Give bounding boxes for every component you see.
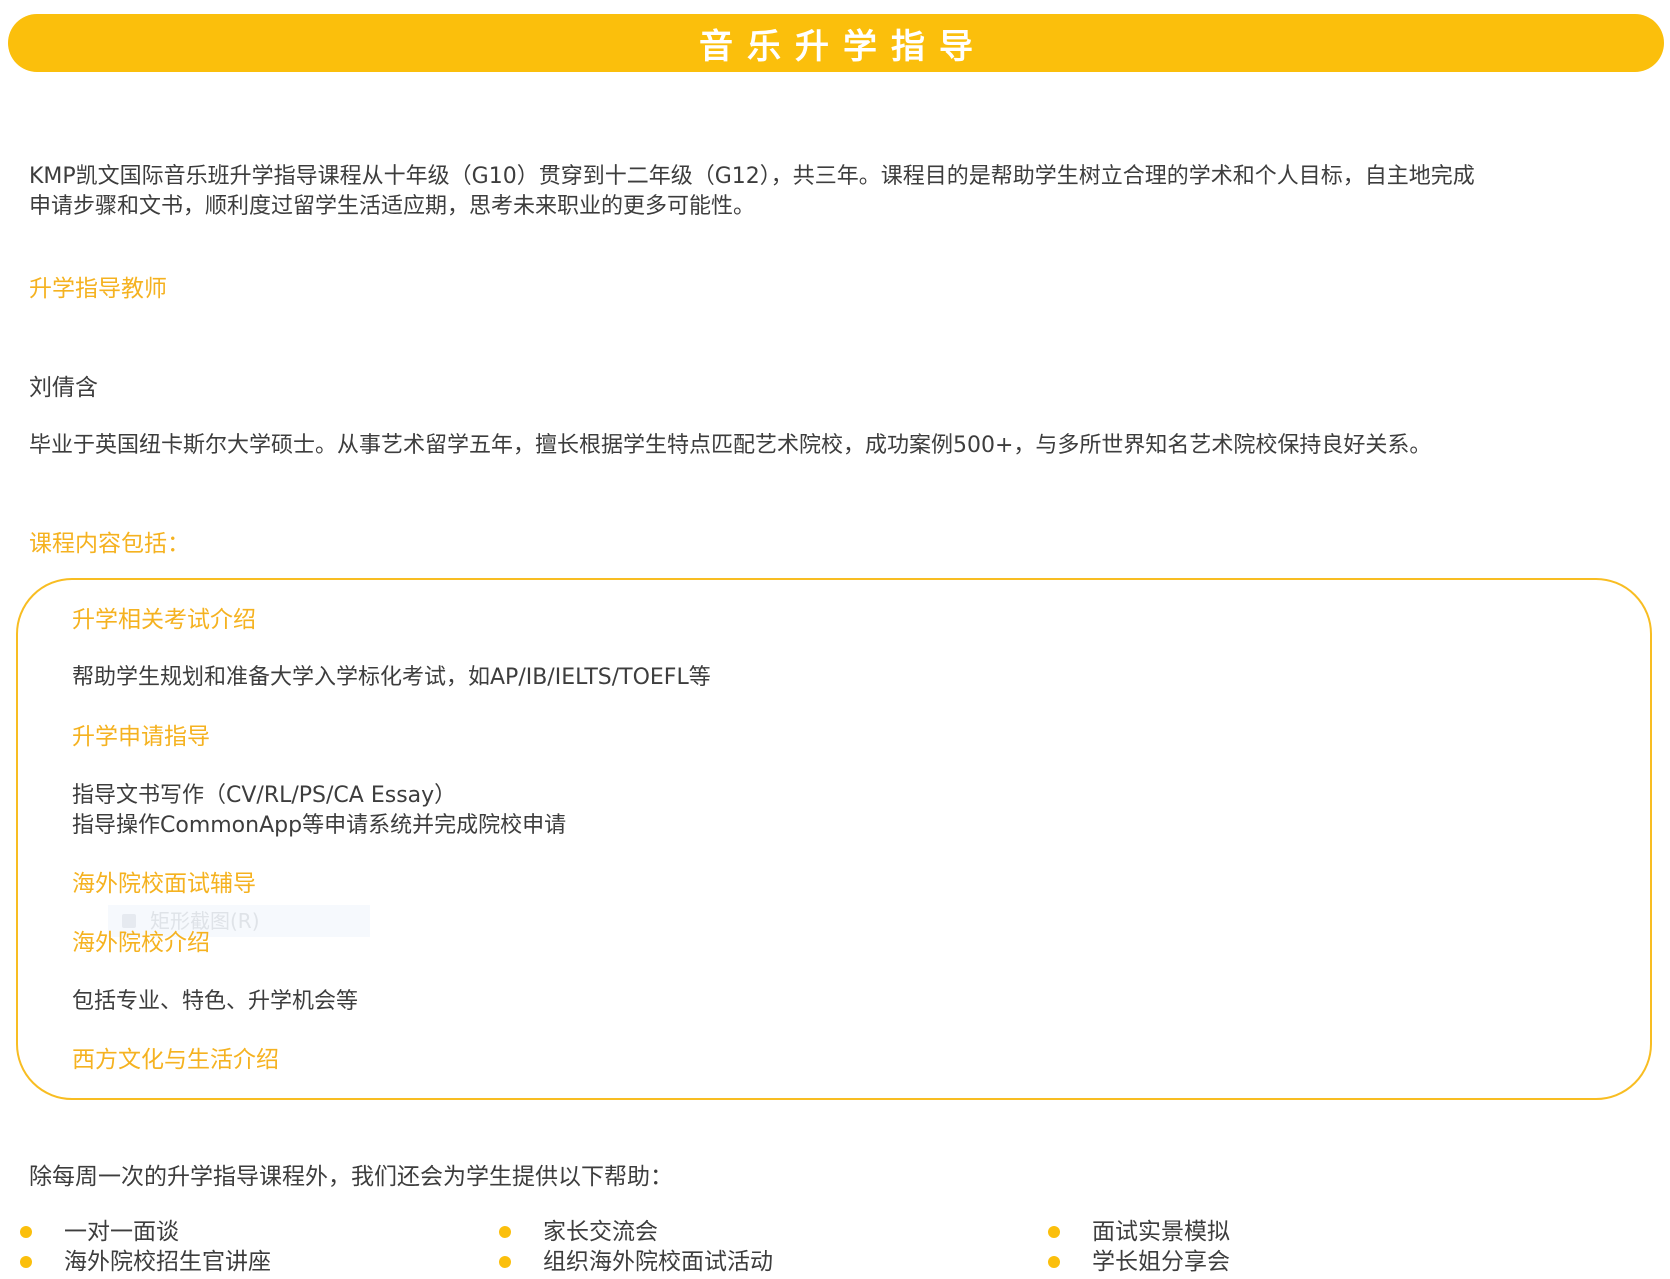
bullet-dot-icon: [499, 1226, 511, 1238]
list-item-label: 面试实景模拟: [1092, 1219, 1230, 1245]
bullet-column: 面试实景模拟 学长姐分享会: [1042, 1217, 1230, 1277]
title-banner: 音乐升学指导: [8, 14, 1664, 72]
list-item-label: 海外院校招生官讲座: [64, 1249, 271, 1275]
course-desc-block: 指导文书写作（CV/RL/PS/CA Essay） 指导操作CommonApp等…: [72, 781, 566, 841]
course-item: 海外院校介绍: [72, 928, 210, 958]
course-desc: 指导文书写作（CV/RL/PS/CA Essay）: [72, 783, 457, 808]
bullet-dot-icon: [1048, 1256, 1060, 1268]
page-title: 音乐升学指导: [699, 26, 987, 67]
teacher-heading: 升学指导教师: [29, 276, 167, 302]
bullet-column: 家长交流会 组织海外院校面试活动: [493, 1217, 773, 1277]
intro-paragraph: KMP凯文国际音乐班升学指导课程从十年级（G10）贯穿到十二年级（G12），共三…: [29, 162, 1649, 222]
course-title: 海外院校面试辅导: [72, 871, 256, 897]
course-item: 海外院校面试辅导: [72, 869, 256, 899]
list-item: 一对一面谈: [14, 1217, 271, 1247]
course-title: 升学相关考试介绍: [72, 607, 256, 633]
list-item-label: 组织海外院校面试活动: [543, 1249, 773, 1275]
course-item: 升学申请指导: [72, 722, 210, 752]
teacher-name: 刘倩含: [29, 375, 98, 401]
list-item: 海外院校招生官讲座: [14, 1247, 271, 1277]
bullet-column: 一对一面谈 海外院校招生官讲座: [14, 1217, 271, 1277]
list-item: 面试实景模拟: [1042, 1217, 1230, 1247]
course-desc-block: 帮助学生规划和准备大学入学标化考试，如AP/IB/IELTS/TOEFL等: [72, 663, 711, 693]
course-title: 升学申请指导: [72, 724, 210, 750]
course-desc: 帮助学生规划和准备大学入学标化考试，如AP/IB/IELTS/TOEFL等: [72, 665, 711, 690]
intro-line: KMP凯文国际音乐班升学指导课程从十年级（G10）贯穿到十二年级（G12），共三…: [29, 164, 1475, 189]
course-desc: 指导操作CommonApp等申请系统并完成院校申请: [72, 813, 567, 838]
extra-help-intro: 除每周一次的升学指导课程外，我们还会为学生提供以下帮助：: [29, 1164, 673, 1190]
intro-line: 申请步骤和文书，顺利度过留学生活适应期，思考未来职业的更多可能性。: [29, 194, 756, 219]
bullet-dot-icon: [499, 1256, 511, 1268]
bullet-dot-icon: [20, 1256, 32, 1268]
list-item-label: 家长交流会: [543, 1219, 658, 1245]
list-item: 组织海外院校面试活动: [493, 1247, 773, 1277]
list-item-label: 学长姐分享会: [1092, 1249, 1230, 1275]
course-title: 海外院校介绍: [72, 930, 210, 956]
course-item: 升学相关考试介绍: [72, 605, 256, 635]
course-desc-block: 包括专业、特色、升学机会等: [72, 987, 358, 1017]
list-item-label: 一对一面谈: [64, 1219, 179, 1245]
course-desc: 包括专业、特色、升学机会等: [72, 989, 359, 1014]
bullet-dot-icon: [1048, 1226, 1060, 1238]
bullet-dot-icon: [20, 1226, 32, 1238]
courses-heading: 课程内容包括：: [29, 531, 190, 557]
list-item: 家长交流会: [493, 1217, 773, 1247]
screenshot-icon: [122, 914, 136, 928]
course-title: 西方文化与生活介绍: [72, 1047, 279, 1073]
list-item: 学长姐分享会: [1042, 1247, 1230, 1277]
course-item: 西方文化与生活介绍: [72, 1045, 279, 1075]
teacher-bio: 毕业于英国纽卡斯尔大学硕士。从事艺术留学五年，擅长根据学生特点匹配艺术院校，成功…: [29, 433, 1432, 458]
